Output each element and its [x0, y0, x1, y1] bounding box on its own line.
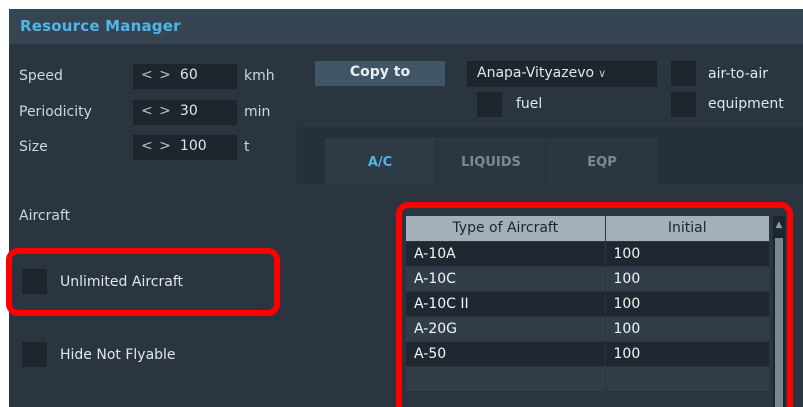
copy-to-button[interactable]: Copy to [315, 61, 445, 86]
aircraft-section-label: Aircraft [19, 208, 71, 224]
airfield-select[interactable]: Anapa-Vityazevo ∨ [467, 61, 657, 87]
aircraft-initial-cell[interactable] [605, 365, 770, 391]
tab-liquids[interactable]: LIQUIDS [436, 138, 546, 184]
aircraft-type-cell: A-10C [406, 265, 606, 291]
column-header-type[interactable]: Type of Aircraft [406, 216, 606, 241]
aircraft-type-cell [406, 365, 606, 391]
size-unit: t [244, 139, 250, 155]
aircraft-initial-cell[interactable]: 100 [605, 315, 770, 341]
aircraft-initial-cell[interactable]: 100 [605, 340, 770, 366]
spinner-arrows-icon[interactable]: < > [141, 67, 172, 83]
column-header-initial[interactable]: Initial [605, 216, 770, 241]
periodicity-label: Periodicity [19, 104, 92, 120]
aircraft-type-cell: A-50 [406, 340, 606, 366]
speed-unit: kmh [244, 68, 275, 84]
hide-not-flyable-checkbox[interactable] [22, 342, 47, 367]
fuel-label: fuel [516, 96, 543, 112]
aircraft-table: Type of Aircraft Initial A-10A 100 A-10C… [406, 216, 770, 407]
fuel-checkbox[interactable] [477, 92, 502, 117]
table-row[interactable]: A-20G 100 [406, 315, 770, 341]
table-row[interactable]: A-10A 100 [406, 240, 770, 266]
spinner-arrows-icon[interactable]: < > [141, 138, 172, 154]
resource-manager-window: Resource Manager Speed < > 60 kmh Periodi… [9, 9, 803, 407]
aircraft-type-cell: A-20G [406, 315, 606, 341]
size-value: 100 [179, 138, 207, 154]
spinner-arrows-icon[interactable]: < > [141, 103, 172, 119]
periodicity-spinner[interactable]: < > 30 [133, 100, 237, 125]
periodicity-unit: min [244, 104, 271, 120]
air-to-air-label: air-to-air [708, 66, 768, 82]
airfield-selected-value: Anapa-Vityazevo [477, 65, 595, 81]
unlimited-aircraft-label: Unlimited Aircraft [60, 274, 183, 290]
chevron-down-icon: ∨ [598, 67, 607, 80]
table-row[interactable]: A-10C II 100 [406, 290, 770, 316]
aircraft-type-cell: A-10A [406, 240, 606, 266]
air-to-air-checkbox[interactable] [671, 61, 696, 86]
table-header-row: Type of Aircraft Initial [406, 216, 770, 241]
table-scrollbar[interactable]: ▲ [773, 216, 785, 407]
aircraft-type-cell: A-10C II [406, 290, 606, 316]
table-row[interactable]: A-50 100 [406, 340, 770, 366]
periodicity-value: 30 [179, 103, 198, 119]
speed-value: 60 [179, 67, 198, 83]
table-row[interactable]: A-10C 100 [406, 265, 770, 291]
tab-ac[interactable]: A/C [325, 138, 435, 184]
unlimited-aircraft-checkbox[interactable] [22, 269, 47, 294]
equipment-label: equipment [708, 96, 784, 112]
speed-spinner[interactable]: < > 60 [133, 64, 237, 89]
size-spinner[interactable]: < > 100 [133, 135, 237, 160]
aircraft-initial-cell[interactable]: 100 [605, 290, 770, 316]
tab-eqp[interactable]: EQP [547, 138, 657, 184]
equipment-checkbox[interactable] [671, 92, 696, 117]
hide-not-flyable-label: Hide Not Flyable [60, 347, 176, 363]
scrollbar-thumb[interactable] [775, 238, 783, 407]
size-label: Size [19, 139, 48, 155]
aircraft-initial-cell[interactable]: 100 [605, 265, 770, 291]
scroll-up-icon[interactable]: ▲ [773, 220, 785, 230]
aircraft-initial-cell[interactable]: 100 [605, 240, 770, 266]
table-row[interactable] [406, 365, 770, 391]
title-bar: Resource Manager [9, 9, 803, 44]
speed-label: Speed [19, 68, 63, 84]
window-title: Resource Manager [20, 17, 181, 35]
